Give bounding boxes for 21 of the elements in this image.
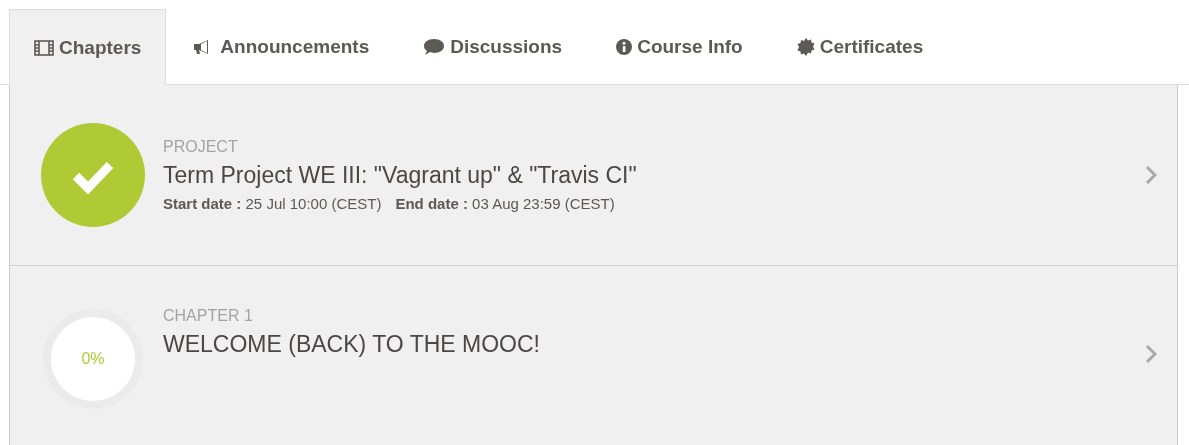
item-title: Term Project WE III: "Vagrant up" & "Travis CI" [163,162,638,189]
date-text: End date : 03 Aug 23:59 (CEST) [395,195,615,212]
item-title: WELCOME (BACK) TO THE MOOC! [163,331,541,358]
chevron-right-icon [1145,165,1157,185]
progress-percent: 0% [80,349,106,369]
date-text: Start date : 25 Jul 10:00 (CEST) [163,195,382,212]
item-category: CHAPTER 1 [163,307,254,325]
item-category: PROJECT [163,138,239,156]
check-circle-icon [41,123,145,227]
speech-bubble-icon [423,38,446,56]
tab[interactable]: Course Info [589,9,770,84]
seal-icon [796,38,815,56]
tab[interactable]: Certificates [769,9,951,84]
chapter-row[interactable]: 0% CHAPTER 1 WELCOME (BACK) TO THE MOOC! [10,266,1177,445]
tab[interactable]: Announcements [166,9,397,84]
film-icon [34,39,54,56]
tab[interactable]: Chapters [9,9,167,85]
info-icon [616,39,633,55]
tab[interactable]: Discussions [396,9,590,84]
chevron-right-icon [1145,344,1157,364]
chapter-row[interactable]: PROJECT Term Project WE III: "Vagrant up" & "Travis CI" Start date : 25 Jul 10:00 (CEST) End date : 03 Aug 23:59 (CEST) [10,85,1177,266]
